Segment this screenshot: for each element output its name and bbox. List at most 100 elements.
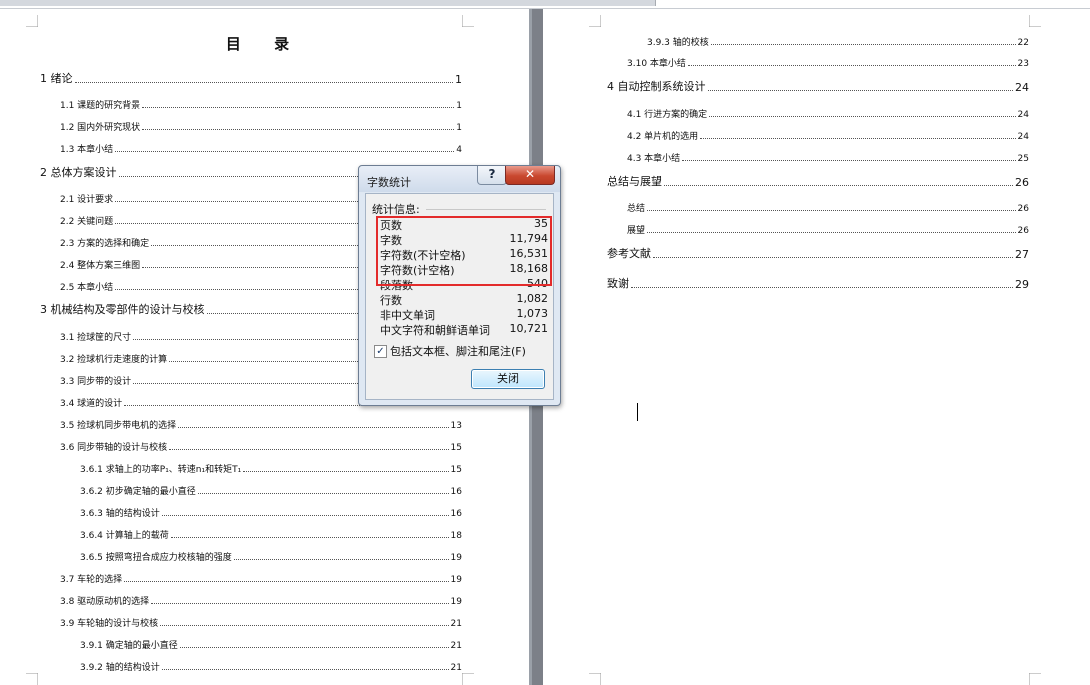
toc-leader-dots	[710, 44, 1016, 45]
toc-entry-page: 24	[1017, 132, 1029, 142]
statistics-group-label: 统计信息:	[372, 203, 420, 216]
toc-entry[interactable]: 展望 26	[627, 222, 1029, 236]
toc-entry-page: 15	[450, 443, 462, 453]
toc-entry-label: 4.3 本章小结	[627, 154, 681, 164]
toc-leader-dots	[170, 537, 449, 538]
toc-entry-page: 24	[1017, 110, 1029, 120]
toc-entry-page: 16	[450, 509, 462, 519]
margin-corner-mark	[462, 673, 474, 685]
toc-entry[interactable]: 3.6.5 按照弯扭合成应力校核轴的强度 19	[80, 549, 462, 563]
toc-leader-dots	[142, 107, 455, 108]
stat-value: 1,082	[516, 292, 549, 305]
toc-leader-dots	[160, 625, 449, 626]
toc-leader-dots	[161, 669, 449, 670]
toc-entry[interactable]: 3.6.4 计算轴上的载荷 18	[80, 527, 462, 541]
toc-entry[interactable]: 参考文献 27	[607, 247, 1029, 261]
toc-entry-label: 3.3 同步带的设计	[60, 377, 132, 387]
toc-entry-label: 1.2 国内外研究现状	[60, 123, 141, 133]
toc-entry[interactable]: 3.6.3 轴的结构设计 16	[80, 505, 462, 519]
toc-entry[interactable]: 3.6 同步带轴的设计与校核 15	[60, 439, 462, 453]
toc-leader-dots	[653, 257, 1013, 258]
toc-leader-dots	[709, 116, 1016, 117]
margin-corner-mark	[462, 15, 474, 27]
toc-entry-page: 1	[455, 73, 462, 86]
toc-entry-label: 3.9 车轮轴的设计与校核	[60, 619, 159, 629]
toc-entry-label: 1.3 本章小结	[60, 145, 114, 155]
toc-entry[interactable]: 1.2 国内外研究现状 1	[60, 119, 462, 133]
toc-leader-dots	[74, 82, 453, 83]
toc-entry-label: 2 总体方案设计	[40, 166, 117, 179]
toc-entry-page: 16	[450, 487, 462, 497]
toc-entry[interactable]: 3.7 车轮的选择 19	[60, 571, 462, 585]
toc-entry[interactable]: 1.3 本章小结 4	[60, 141, 462, 155]
margin-corner-mark	[1029, 15, 1041, 27]
toc-entry[interactable]: 1.1 课题的研究背景 1	[60, 97, 462, 111]
toc-entry-label: 2.4 整体方案三维图	[60, 261, 141, 271]
toc-entry-label: 3.7 车轮的选择	[60, 575, 123, 585]
toc-leader-dots	[169, 449, 449, 450]
toc-entry-page: 21	[450, 619, 462, 629]
margin-corner-mark	[26, 15, 38, 27]
toc-leader-dots	[115, 151, 455, 152]
close-icon[interactable]: ✕	[505, 166, 555, 185]
toc-entry-page: 15	[450, 465, 462, 475]
toc-entry-page: 19	[450, 597, 462, 607]
toc-entry[interactable]: 4.1 行进方案的确定 24	[627, 106, 1029, 120]
toc-entry[interactable]: 4.2 单片机的选用 24	[627, 128, 1029, 142]
dialog-body: 统计信息: 页数 35 字数 11,794 字符数(不计空格) 16,531 字符数(计空格…	[365, 193, 554, 400]
toc-entry-label: 3.6 同步带轴的设计与校核	[60, 443, 168, 453]
toc-entry[interactable]: 3.5 捡球机同步带电机的选择 13	[60, 417, 462, 431]
close-button[interactable]: 关闭	[471, 369, 545, 389]
toc-entry-page: 27	[1015, 248, 1029, 261]
toc-entry-label: 3.10 本章小结	[627, 59, 686, 69]
toc-entry-page: 26	[1015, 176, 1029, 189]
help-icon[interactable]: ?	[477, 166, 507, 185]
toc-entry-label: 2.3 方案的选择和确定	[60, 239, 150, 249]
toc-entry-label: 4.2 单片机的选用	[627, 132, 699, 142]
toc-entry-label: 3.9.2 轴的结构设计	[80, 663, 160, 673]
toc-entry[interactable]: 1 绪论 1	[40, 72, 462, 86]
toc-entry[interactable]: 致谢 29	[607, 277, 1029, 291]
toc-entry-label: 3.9.3 轴的校核	[647, 38, 709, 48]
include-textboxes-checkbox[interactable]: ✓	[374, 345, 387, 358]
toc-entry[interactable]: 3.8 驱动原动机的选择 19	[60, 593, 462, 607]
toc-entry[interactable]: 3.9 车轮轴的设计与校核 21	[60, 615, 462, 629]
toc-entry-page: 18	[450, 531, 462, 541]
toc-entry[interactable]: 3.9.1 确定轴的最小直径 21	[80, 637, 462, 651]
toc-entry-page: 24	[1015, 81, 1029, 94]
toc-entry-label: 3.4 球道的设计	[60, 399, 123, 409]
toc-leader-dots	[151, 603, 449, 604]
toc-entry[interactable]: 3.9.2 轴的结构设计 21	[80, 659, 462, 673]
toc-entry-label: 总结	[627, 204, 646, 214]
toc-entry[interactable]: 总结与展望 26	[607, 175, 1029, 189]
margin-corner-mark	[589, 673, 601, 685]
toc-leader-dots	[178, 427, 449, 428]
toc-entry[interactable]: 3.9.3 轴的校核 22	[647, 34, 1029, 48]
stat-value: 1,073	[516, 307, 549, 320]
toc-entry-label: 4.1 行进方案的确定	[627, 110, 708, 120]
toc-entry-page: 23	[1017, 59, 1029, 69]
toc-entry[interactable]: 3.10 本章小结 23	[627, 55, 1029, 69]
dialog-titlebar[interactable]: 字数统计 ? ✕	[359, 166, 560, 192]
toc-entry[interactable]: 4 自动控制系统设计 24	[607, 80, 1029, 94]
toc-entry-page: 19	[450, 553, 462, 563]
toc-entry-label: 参考文献	[607, 247, 651, 260]
toc-entry[interactable]: 3.6.1 求轴上的功率P₁、转速n₁和转矩T₁ 15	[80, 461, 462, 475]
document-page-right: 3.9.3 轴的校核 22 3.10 本章小结 23 4 自动控制系统设计 24 4.1 行…	[543, 9, 1090, 685]
stat-value: 10,721	[509, 322, 549, 335]
toc-entry[interactable]: 4.3 本章小结 25	[627, 150, 1029, 164]
stat-row: 非中文单词 1,073	[380, 307, 549, 322]
word-count-dialog: 字数统计 ? ✕ 统计信息: 页数 35 字数 11,794 字符数(不计空格) 16,5…	[358, 165, 561, 406]
toc-leader-dots	[197, 493, 449, 494]
toc-leader-dots	[161, 515, 449, 516]
highlight-box	[376, 216, 552, 286]
toc-leader-dots	[647, 210, 1016, 211]
toc-leader-dots	[142, 129, 455, 130]
include-textboxes-label[interactable]: 包括文本框、脚注和尾注(F)	[390, 343, 526, 359]
toc-entry-label: 3.8 驱动原动机的选择	[60, 597, 150, 607]
stat-row: 行数 1,082	[380, 292, 549, 307]
toc-entry[interactable]: 总结 26	[627, 200, 1029, 214]
toc-entry-label: 1 绪论	[40, 72, 73, 85]
margin-corner-mark	[26, 673, 38, 685]
toc-entry[interactable]: 3.6.2 初步确定轴的最小直径 16	[80, 483, 462, 497]
